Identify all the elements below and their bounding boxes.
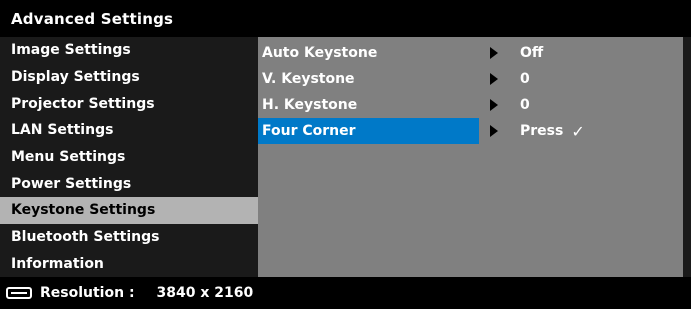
resolution-value: 3840 x 2160 [156, 285, 254, 301]
sidebar-item-keystone-settings[interactable]: Keystone Settings [0, 196, 258, 224]
v-keystone-row[interactable]: V. Keystone 0 [258, 66, 683, 92]
resolution-label: Resolution : [40, 285, 135, 301]
h-keystone-value: 0 [520, 97, 530, 113]
h-keystone-label: H. Keystone [262, 97, 358, 113]
v-keystone-label: V. Keystone [262, 71, 355, 87]
sidebar-item-information[interactable]: Information [0, 250, 258, 277]
arrow-right-icon [490, 47, 498, 59]
menu-title: Advanced Settings [11, 9, 174, 28]
auto-keystone-label: Auto Keystone [262, 45, 378, 61]
sidebar-item-image-settings[interactable]: Image Settings [0, 37, 258, 64]
h-keystone-row[interactable]: H. Keystone 0 [258, 92, 683, 118]
sidebar-item-lan-settings[interactable]: LAN Settings [0, 117, 258, 144]
arrow-right-icon [490, 99, 498, 111]
checkmark-icon: ✓ [571, 121, 585, 141]
input-port-icon [6, 287, 32, 299]
arrow-right-icon [490, 125, 498, 137]
osd-menu: Advanced Settings Image Settings Display… [0, 0, 691, 309]
four-corner-row[interactable]: Four Corner Press ✓ [258, 118, 683, 144]
v-keystone-value: 0 [520, 71, 530, 87]
sidebar: Image Settings Display Settings Projecto… [0, 37, 258, 277]
sidebar-item-projector-settings[interactable]: Projector Settings [0, 90, 258, 117]
arrow-right-icon [490, 73, 498, 85]
sidebar-item-power-settings[interactable]: Power Settings [0, 170, 258, 197]
four-corner-action: Press [520, 123, 564, 139]
sidebar-item-display-settings[interactable]: Display Settings [0, 64, 258, 91]
auto-keystone-value: Off [520, 45, 544, 61]
status-bar: Resolution : 3840 x 2160 [0, 277, 691, 309]
sidebar-item-menu-settings[interactable]: Menu Settings [0, 144, 258, 171]
auto-keystone-row[interactable]: Auto Keystone Off [258, 40, 683, 66]
four-corner-value: Press ✓ [520, 118, 585, 144]
keystone-panel: Auto Keystone Off V. Keystone 0 H. Keyst… [258, 37, 683, 277]
sidebar-item-bluetooth-settings[interactable]: Bluetooth Settings [0, 224, 258, 251]
four-corner-label: Four Corner [262, 123, 356, 139]
